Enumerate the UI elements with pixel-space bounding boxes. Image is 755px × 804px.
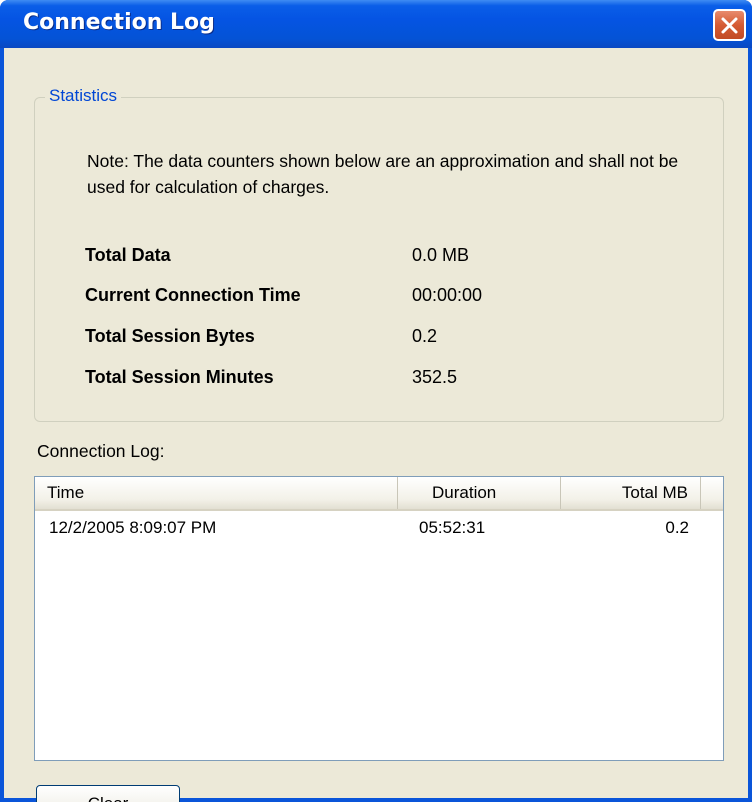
statistics-groupbox: Statistics Note: The data counters shown…: [34, 86, 724, 422]
column-header-duration[interactable]: Duration: [398, 477, 561, 509]
close-x-icon: [721, 17, 738, 34]
cell-duration: 05:52:31: [419, 518, 486, 537]
connection-log-list[interactable]: Time Duration Total MB 12/2/2005 8:09:07…: [34, 476, 724, 761]
stat-value: 00:00:00: [412, 285, 483, 305]
close-button[interactable]: [713, 9, 746, 41]
stat-label: Total Session Bytes: [85, 326, 255, 346]
statistics-legend: Statistics: [45, 86, 122, 106]
approximation-note: Note: The data counters shown below are …: [87, 151, 679, 197]
dialog-body: Statistics Note: The data counters shown…: [4, 48, 748, 802]
list-header: Time Duration Total MB: [35, 477, 723, 511]
clear-button[interactable]: Clear: [36, 785, 180, 802]
window-title: Connection Log: [23, 10, 215, 35]
connection-log-label: Connection Log:: [37, 441, 165, 461]
cell-total-mb: 0.2: [665, 518, 689, 537]
stat-value: 352.5: [412, 367, 458, 387]
stat-label: Total Data: [85, 245, 171, 265]
stat-value: 0.2: [412, 326, 438, 346]
cell-time: 12/2/2005 8:09:07 PM: [49, 518, 217, 537]
title-bar[interactable]: Connection Log: [0, 0, 752, 48]
column-header-total-mb[interactable]: Total MB: [561, 477, 701, 509]
stat-label: Total Session Minutes: [85, 367, 274, 387]
connection-log-window: Connection Log Statistics Note: The data…: [0, 0, 752, 802]
column-header-time[interactable]: Time: [35, 477, 398, 509]
stat-label: Current Connection Time: [85, 285, 301, 305]
stat-value: 0.0 MB: [412, 245, 470, 265]
